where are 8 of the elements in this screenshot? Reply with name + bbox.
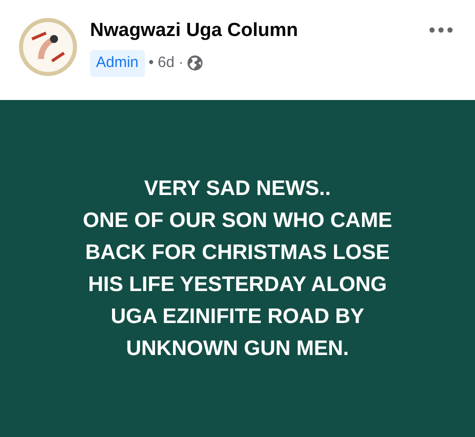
post-time[interactable]: 6d — [158, 52, 174, 74]
separator: • — [148, 53, 154, 73]
more-options-icon[interactable] — [429, 27, 453, 33]
avatar-icon[interactable] — [18, 17, 78, 77]
separator: · — [178, 53, 184, 73]
author-name[interactable]: Nwagwazi Uga Column — [90, 18, 298, 44]
admin-badge: Admin — [90, 50, 145, 76]
post-text: VERY SAD NEWS.. ONE OF OUR SON WHO CAME BACK FOR CHRISTMAS LOSE HIS LIFE YESTERDAY ALONG UGA EZINIFITE ROAD BY UNKNOWN GUN MEN. — [82, 176, 394, 362]
